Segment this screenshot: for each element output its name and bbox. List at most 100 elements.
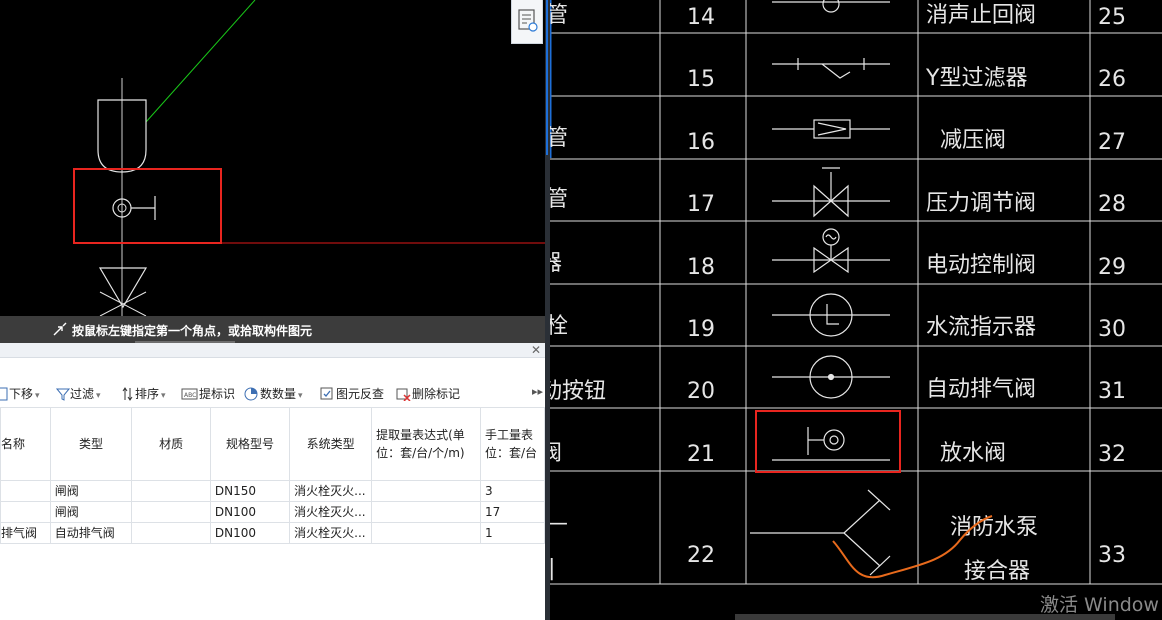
move-down-icon: [0, 387, 8, 401]
electric-control-valve-symbol: [772, 228, 890, 274]
panel-toolbar: 下移 ▾ 过滤 ▾ 排序 ▾ ABC 提标识 数数量 ▾ 图元反查 删除标记 ▸▸: [0, 381, 545, 405]
col-header[interactable]: 手工量表位：套/台: [479, 407, 545, 481]
table-row[interactable]: 闸阀 DN150 消火栓灭火... 3: [0, 480, 545, 502]
panel-header: ✕: [0, 343, 545, 358]
legend-name: 减压阀: [940, 128, 1006, 153]
close-icon[interactable]: ✕: [531, 343, 541, 357]
table-cell[interactable]: 消火栓灭火...: [289, 480, 373, 502]
gate-valve-symbol: [98, 267, 148, 309]
delete-mark-label: 删除标记: [412, 387, 461, 401]
properties-icon: [518, 9, 538, 32]
legend-name: 自动排气阀: [926, 377, 1036, 402]
delete-mark-icon: [396, 388, 411, 402]
col-header[interactable]: 材质: [131, 407, 211, 481]
quantity-table: 名称 类型 材质 规格型号 系统类型 提取量表达式(单位：套/台/个/m) 手工…: [0, 407, 545, 544]
table-cell[interactable]: 自动排气阀: [49, 522, 133, 544]
table-cell[interactable]: DN100: [209, 501, 291, 523]
drain-valve-symbol: [772, 427, 890, 461]
element-check-label: 图元反查: [336, 387, 385, 401]
pressure-regulating-valve-symbol: [772, 167, 890, 218]
right-cad-viewport[interactable]: 管 管 管 器 栓 动按钮 阀 — | 14 15 16 17 18 19 20…: [550, 0, 1162, 620]
filter-icon: [55, 388, 71, 401]
command-status-bar: 按鼠标左键指定第一个角点，或拾取构件图元: [0, 316, 545, 343]
toolbar-more-icon[interactable]: ▸▸: [532, 385, 543, 398]
sort-icon: [122, 387, 133, 401]
activation-watermark: 激活 Window: [1040, 594, 1159, 616]
element-check-button[interactable]: 图元反查: [320, 385, 384, 402]
col-header[interactable]: 规格型号: [209, 407, 291, 481]
move-down-label: 下移: [9, 387, 34, 401]
legend-number: 17: [687, 192, 715, 217]
pressure-reducing-valve-symbol: [772, 119, 890, 139]
table-cell[interactable]: [371, 480, 481, 502]
sort-label: 排序: [135, 387, 160, 401]
quantity-panel: ✕ 下移 ▾ 过滤 ▾ 排序 ▾ ABC 提标识 数数量 ▾ 图元反查 删除标记 ▸▸: [0, 343, 545, 620]
legend-left-text: 栓: [550, 314, 568, 339]
table-cell[interactable]: [0, 501, 51, 523]
pump-name-line2: 接合器: [964, 559, 1030, 584]
sort-button[interactable]: 排序 ▾: [121, 385, 166, 402]
legend-right-number: 31: [1098, 379, 1126, 404]
filter-label: 过滤: [70, 387, 95, 401]
legend-number: 22: [687, 543, 715, 568]
table-cell[interactable]: [131, 522, 211, 544]
drain-valve-highlight-box: [755, 410, 901, 473]
table-cell[interactable]: 闸阀: [49, 501, 133, 523]
table-cell[interactable]: 3: [479, 480, 545, 502]
leader-line: [145, 0, 256, 123]
table-cell[interactable]: 消火栓灭火...: [289, 501, 373, 523]
legend-number: 20: [687, 379, 715, 404]
count-button[interactable]: 数数量 ▾: [244, 385, 303, 402]
legend-left-text: 管: [550, 126, 568, 151]
col-header[interactable]: 名称: [0, 407, 51, 481]
move-down-button[interactable]: 下移 ▾: [0, 385, 40, 402]
table-cell[interactable]: [371, 501, 481, 523]
label-tag-icon: ABC: [181, 388, 198, 400]
legend-right-number: 26: [1098, 67, 1126, 92]
fire-pump-connector-symbol: [750, 489, 891, 576]
legend-right-number: 30: [1098, 317, 1126, 342]
table-cell[interactable]: [131, 501, 211, 523]
legend-number: 14: [687, 5, 715, 30]
table-row[interactable]: 排气阀 自动排气阀 DN100 消火栓灭火... 1: [0, 522, 545, 544]
table-cell[interactable]: 1: [479, 522, 545, 544]
element-check-icon: [320, 387, 333, 400]
table-cell[interactable]: 17: [479, 501, 545, 523]
left-cad-viewport[interactable]: [0, 0, 545, 316]
legend-right-number: 29: [1098, 255, 1126, 280]
legend-number: 18: [687, 255, 715, 280]
legend-right-number: 27: [1098, 130, 1126, 155]
mark-identify-label: 提标识: [199, 387, 236, 401]
table-cell[interactable]: 排气阀: [0, 522, 51, 544]
legend-number: 16: [687, 130, 715, 155]
legend-drawing[interactable]: 管 管 管 器 栓 动按钮 阀 — | 14 15 16 17 18 19 20…: [550, 0, 1162, 620]
legend-right-number: 25: [1098, 5, 1126, 30]
delete-mark-button[interactable]: 删除标记: [396, 385, 460, 402]
table-cell[interactable]: DN100: [209, 522, 291, 544]
col-header[interactable]: 类型: [49, 407, 133, 481]
table-cell[interactable]: [0, 480, 51, 502]
cut-off-glyph: |: [550, 556, 555, 581]
left-cad-drawing[interactable]: [0, 0, 545, 316]
view-settings-button[interactable]: [511, 0, 543, 44]
mark-identify-button[interactable]: ABC 提标识: [181, 385, 235, 402]
table-cell[interactable]: 闸阀: [49, 480, 133, 502]
table-cell[interactable]: DN150: [209, 480, 291, 502]
legend-left-text: 动按钮: [550, 379, 606, 404]
legend-name: 消声止回阀: [926, 3, 1036, 28]
table-row[interactable]: 闸阀 DN100 消火栓灭火... 17: [0, 501, 545, 523]
table-cell[interactable]: [371, 522, 481, 544]
legend-left-text: 管: [550, 187, 568, 212]
legend-right-number: 32: [1098, 442, 1126, 467]
legend-name: 水流指示器: [926, 315, 1036, 340]
table-cell[interactable]: 消火栓灭火...: [289, 522, 373, 544]
legend-left-text: 管: [550, 3, 568, 28]
table-cell[interactable]: [131, 480, 211, 502]
legend-text: 管 管 管 器 栓 动按钮 阀 — | 14 15 16 17 18 19 20…: [550, 3, 1126, 584]
filter-button[interactable]: 过滤 ▾: [55, 385, 101, 402]
col-header[interactable]: 系统类型: [289, 407, 373, 481]
selection-highlight-box: [73, 168, 222, 244]
legend-name: 放水阀: [940, 441, 1006, 466]
col-header[interactable]: 提取量表达式(单位：套/台/个/m): [371, 407, 481, 481]
count-pie-icon: [244, 387, 258, 401]
